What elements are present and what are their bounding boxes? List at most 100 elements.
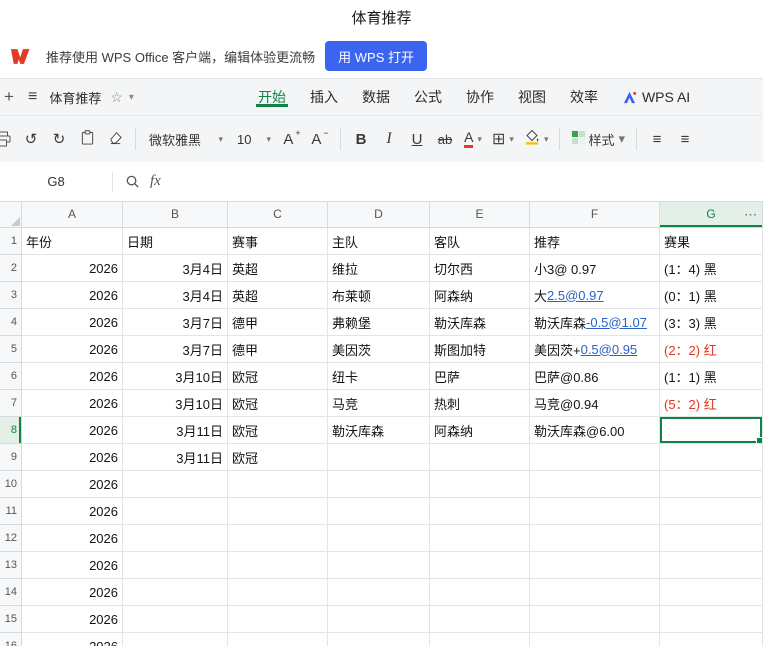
cell-E9[interactable]	[430, 444, 530, 471]
cell-E12[interactable]	[430, 525, 530, 552]
cell-hyperlink[interactable]: 0.5@0.95	[581, 342, 638, 357]
magnifier-icon[interactable]	[125, 174, 140, 189]
cell-B7[interactable]: 3月10日	[123, 390, 228, 417]
cell-C11[interactable]	[228, 498, 328, 525]
cell-F13[interactable]	[530, 552, 660, 579]
cell-A12[interactable]: 2026	[22, 525, 123, 552]
col-header-C[interactable]: C	[228, 202, 328, 228]
cell-E2[interactable]: 切尔西	[430, 255, 530, 282]
tab-efficiency[interactable]: 效率	[558, 87, 610, 107]
col-header-D[interactable]: D	[328, 202, 430, 228]
row-header-2[interactable]: 2	[0, 255, 22, 282]
bold-button[interactable]: B	[348, 124, 374, 154]
main-menu-icon[interactable]: ≡	[28, 79, 37, 115]
cell-C5[interactable]: 德甲	[228, 336, 328, 363]
cell-B8[interactable]: 3月11日	[123, 417, 228, 444]
decrease-font-button[interactable]: A −	[307, 124, 333, 154]
cell-A14[interactable]: 2026	[22, 579, 123, 606]
tab-collaborate[interactable]: 协作	[454, 87, 506, 107]
cell-F10[interactable]	[530, 471, 660, 498]
cell-C13[interactable]	[228, 552, 328, 579]
col-header-B[interactable]: B	[123, 202, 228, 228]
cell-D3[interactable]: 布莱顿	[328, 282, 430, 309]
cell-C9[interactable]: 欧冠	[228, 444, 328, 471]
cell-D14[interactable]	[328, 579, 430, 606]
cell-A8[interactable]: 2026	[22, 417, 123, 444]
insert-function-icon[interactable]: fx	[150, 173, 161, 190]
printer-icon[interactable]	[0, 124, 16, 154]
underline-button[interactable]: U	[404, 124, 430, 154]
strikethrough-button[interactable]: ab	[432, 124, 458, 154]
cell-A7[interactable]: 2026	[22, 390, 123, 417]
cell-E16[interactable]	[430, 633, 530, 646]
tab-data[interactable]: 数据	[350, 87, 402, 107]
cell-G9[interactable]	[660, 444, 763, 471]
cell-F2[interactable]: 小3@ 0.97	[530, 255, 660, 282]
cell-B5[interactable]: 3月7日	[123, 336, 228, 363]
italic-button[interactable]: I	[376, 124, 402, 154]
cell-E15[interactable]	[430, 606, 530, 633]
cell-B13[interactable]	[123, 552, 228, 579]
row-header-9[interactable]: 9	[0, 444, 22, 471]
cell-B6[interactable]: 3月10日	[123, 363, 228, 390]
cell-A10[interactable]: 2026	[22, 471, 123, 498]
cell-A15[interactable]: 2026	[22, 606, 123, 633]
cell-G2[interactable]: (1：4) 黑	[660, 255, 763, 282]
cell-A5[interactable]: 2026	[22, 336, 123, 363]
cell-D4[interactable]: 弗赖堡	[328, 309, 430, 336]
cell-F15[interactable]	[530, 606, 660, 633]
cell-G12[interactable]	[660, 525, 763, 552]
redo-button[interactable]: ↻	[46, 124, 72, 154]
cell-hyperlink[interactable]: 2.5@0.97	[547, 288, 604, 303]
cell-D6[interactable]: 纽卡	[328, 363, 430, 390]
cell-F8[interactable]: 勒沃库森@6.00	[530, 417, 660, 444]
cell-G16[interactable]	[660, 633, 763, 646]
chevron-down-icon[interactable]: ▾	[129, 79, 134, 115]
cell-F12[interactable]	[530, 525, 660, 552]
cell-D2[interactable]: 维拉	[328, 255, 430, 282]
cell-C10[interactable]	[228, 471, 328, 498]
row-header-5[interactable]: 5	[0, 336, 22, 363]
tab-home[interactable]: 开始	[246, 87, 298, 107]
clear-format-button[interactable]	[102, 124, 128, 154]
cell-C3[interactable]: 英超	[228, 282, 328, 309]
cell-D12[interactable]	[328, 525, 430, 552]
fill-color-button[interactable]: ▾	[520, 124, 553, 154]
cell-B16[interactable]	[123, 633, 228, 646]
cell-A2[interactable]: 2026	[22, 255, 123, 282]
cell-D15[interactable]	[328, 606, 430, 633]
cell-D8[interactable]: 勒沃库森	[328, 417, 430, 444]
cell-F3[interactable]: 大 2.5@0.97	[530, 282, 660, 309]
row-header-1[interactable]: 1	[0, 228, 22, 255]
row-header-6[interactable]: 6	[0, 363, 22, 390]
cell-F7[interactable]: 马竞@0.94	[530, 390, 660, 417]
cell-B14[interactable]	[123, 579, 228, 606]
cell-E1[interactable]: 客队	[430, 228, 530, 255]
cell-B12[interactable]	[123, 525, 228, 552]
cell-G3[interactable]: (0：1) 黑	[660, 282, 763, 309]
cell-hyperlink[interactable]: -0.5@1.07	[586, 315, 647, 330]
undo-button[interactable]: ↺	[18, 124, 44, 154]
cell-E13[interactable]	[430, 552, 530, 579]
cell-F16[interactable]	[530, 633, 660, 646]
fill-handle[interactable]	[756, 437, 762, 443]
cell-B2[interactable]: 3月4日	[123, 255, 228, 282]
row-header-13[interactable]: 13	[0, 552, 22, 579]
cell-D7[interactable]: 马竞	[328, 390, 430, 417]
font-color-button[interactable]: A ▾	[460, 124, 486, 154]
col-header-A[interactable]: A	[22, 202, 123, 228]
cell-G8[interactable]	[660, 417, 763, 444]
cell-A4[interactable]: 2026	[22, 309, 123, 336]
cell-name-box[interactable]: G8	[0, 174, 112, 189]
cell-E8[interactable]: 阿森纳	[430, 417, 530, 444]
cell-E6[interactable]: 巴萨	[430, 363, 530, 390]
cell-D9[interactable]	[328, 444, 430, 471]
cell-D5[interactable]: 美因茨	[328, 336, 430, 363]
cell-E7[interactable]: 热刺	[430, 390, 530, 417]
open-in-wps-button[interactable]: 用 WPS 打开	[325, 41, 428, 71]
col-header-F[interactable]: F	[530, 202, 660, 228]
cell-B10[interactable]	[123, 471, 228, 498]
cell-B11[interactable]	[123, 498, 228, 525]
vertical-align-button[interactable]: ≡	[672, 124, 698, 154]
cell-D16[interactable]	[328, 633, 430, 646]
